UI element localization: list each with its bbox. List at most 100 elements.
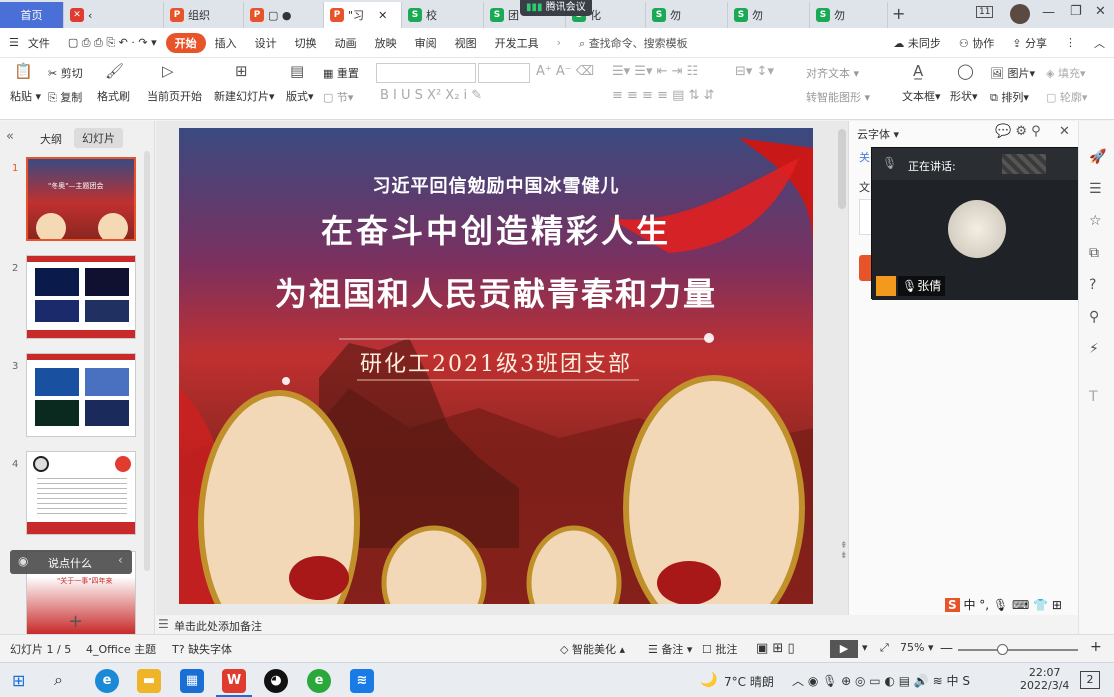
zoom-in-icon[interactable]: + [1090,639,1102,655]
text-direction-icons[interactable]: ⊟▾ ↕▾ [735,64,774,79]
hamburger-icon[interactable]: ☰ [0,36,28,49]
menu-developer[interactable]: 开发工具 [486,35,548,51]
restore-icon[interactable]: ❐ [1070,4,1082,19]
editor-scrollbar[interactable] [838,129,846,209]
search-box[interactable]: ⌕ 查找命令、搜索模板 [570,35,697,51]
menu-transition[interactable]: 切换 [286,35,326,51]
zoom-fit-icon[interactable]: ⤢ [880,641,889,655]
ie-icon[interactable]: e [307,669,331,693]
sync-status[interactable]: ☁ 未同步 [884,35,950,51]
share-button[interactable]: ⇪ 分享 [1003,35,1056,51]
menu-file[interactable]: 文件 [28,35,59,51]
menu-review[interactable]: 审阅 [406,35,446,51]
slide-thumb-2[interactable] [26,255,136,339]
wps-icon[interactable]: W [222,669,246,693]
clock[interactable]: 22:07 2022/3/4 [1020,666,1069,692]
store-icon[interactable]: ▦ [180,669,204,693]
slide-title-line-1[interactable]: 在奋斗中创造精彩人生 [179,206,813,252]
tab-home[interactable]: 首页 [0,2,64,28]
paste-button[interactable]: 粘贴 ▾ [10,88,41,104]
paste-icon[interactable]: 📋 [14,62,33,80]
rocket-icon[interactable]: 🚀 [1089,149,1106,165]
textbox-button[interactable]: 文本框▾ [902,88,941,104]
notes-button[interactable]: ☰ 备注 ▾ [648,641,692,657]
zoom-slider-handle[interactable] [997,644,1008,655]
meeting-banner[interactable]: ▮▮▮ 腾讯会议 [520,0,592,16]
panel-link[interactable]: 关 [859,149,870,165]
slide-subtitle[interactable]: 习近平回信勉励中国冰雪健儿 [179,172,813,198]
zoom-out-icon[interactable]: — [940,641,953,656]
font-size-dropdown[interactable] [478,63,530,83]
zoom-level[interactable]: 75% ▾ [900,641,933,654]
folder-icon[interactable]: ▬ [137,669,161,693]
collapse-ribbon-icon[interactable]: ︿ [1085,35,1114,51]
menu-animation[interactable]: 动画 [326,35,366,51]
panel-header-icons[interactable]: 💬 ⚙ ⚲ [995,124,1041,139]
notification-center[interactable]: 2 [1080,671,1100,689]
scroll-arrows[interactable]: ⇞ ⇟ [840,541,848,561]
thumb-scrollbar[interactable] [144,151,150,571]
align-text-button[interactable]: 对齐文本 ▾ [806,65,859,81]
slide-canvas[interactable]: 习近平回信勉励中国冰雪健儿 在奋斗中创造精彩人生 为祖国和人民贡献青春和力量 研… [179,128,813,604]
weather-text[interactable]: 7°C 晴朗 [724,673,774,690]
section-button[interactable]: ▢ 节▾ [323,89,353,105]
copy-button[interactable]: ⎘ 复制 [48,89,82,105]
tab-sheet-4[interactable]: S勿 [646,2,728,28]
chevron-right-icon[interactable]: › [548,36,570,49]
add-slide-icon[interactable]: + [68,611,83,632]
list-icons[interactable]: ☰▾ ☰▾ ⇤ ⇥ ☷ [612,64,698,79]
play-dropdown-icon[interactable]: ▾ [862,641,868,654]
new-slide-button[interactable]: 新建幻灯片▾ [214,88,275,104]
font-size-tools-icons[interactable]: A⁺ A⁻ ⌫ [536,64,594,79]
theme-name[interactable]: 4_Office 主题 [86,641,156,657]
slide-title-line-2[interactable]: 为祖国和人民贡献青春和力量 [179,269,813,315]
comments-button[interactable]: ☐ 批注 [702,641,737,657]
tab-doc-1[interactable]: P 组织 [164,2,244,28]
tab-outline[interactable]: 大纲 [40,131,62,147]
menu-insert[interactable]: 插入 [206,35,246,51]
menu-view[interactable]: 视图 [446,35,486,51]
clipboard-icon[interactable]: ⧉ [1089,245,1099,261]
slide-thumb-3[interactable] [26,353,136,437]
pin-icon[interactable]: ⚲ [1089,309,1099,325]
tab-slides[interactable]: 幻灯片 [74,128,123,148]
quick-access-icons[interactable]: ▢ ⎙ ⎙ ⎘ ↶ · ↷ ▾ [59,36,166,50]
zoom-slider[interactable] [958,649,1078,651]
notes-bar[interactable]: ☰ 单击此处添加备注 [156,615,848,634]
slide-organizer[interactable]: 研化工2021级3班团支部 [179,346,813,378]
slide-thumb-4[interactable] [26,451,136,535]
tab-sheet-6[interactable]: S勿 [810,2,888,28]
ime-toolbar[interactable]: S 中 °, 🎙 ⌨ 👕 ⊞ [945,596,1062,613]
align-icons[interactable]: ≡ ≡ ≡ ≡ ▤ ⇅ ⇵ [612,88,714,103]
help-icon[interactable]: ? [1089,277,1096,293]
from-current-button[interactable]: 当前页开始 [147,88,202,104]
text-format-icons[interactable]: B I U S X² X₂ ⅰ ✎ [380,88,482,103]
fill-button[interactable]: ◈ 填充▾ [1046,65,1086,81]
window-close-icon[interactable]: ✕ [1095,4,1106,19]
reset-button[interactable]: ▦ 重置 [323,65,359,81]
smart-shape-button[interactable]: 转智能图形 ▾ [806,89,870,105]
shape-button[interactable]: 形状▾ [950,88,978,104]
format-painter-button[interactable]: 格式刷 [97,88,130,104]
missing-font-button[interactable]: T? 缺失字体 [172,641,232,657]
collab-button[interactable]: ⚇ 协作 [950,35,1003,51]
search-taskbar-icon[interactable]: ⌕ [54,670,63,690]
edge-icon[interactable]: e [95,669,119,693]
tab-sheet-1[interactable]: S校 [402,2,484,28]
qq-icon[interactable]: ◕ [264,669,288,693]
more-icon[interactable]: ⋮ [1056,36,1085,49]
panel-close-icon[interactable]: ✕ [1059,124,1070,139]
menu-design[interactable]: 设计 [246,35,286,51]
picture-button[interactable]: 🖼 图片▾ [990,65,1035,81]
beautify-button[interactable]: ◇ 智能美化 ▴ [560,641,625,657]
danmaku-input[interactable]: ◉ 说点什么 ‹ [10,550,132,574]
arrange-button[interactable]: ⧉ 排列▾ [990,89,1029,105]
minimize-icon[interactable]: — [1042,5,1055,20]
layout-button[interactable]: 版式▾ [286,88,314,104]
user-avatar[interactable] [1010,4,1030,24]
sliders-icon[interactable]: ☰ [1089,181,1102,197]
close-icon[interactable]: ✕ [378,9,387,22]
tab-doc-active[interactable]: P "习 ✕ [324,2,402,28]
tray-icons[interactable]: ︿ ◉ 🎙 ⊕ ◎ ▭ ◐ ▤ 🔊 ≋ 中 S [792,672,970,689]
slide-thumb-1[interactable]: "冬奥"—主题团会 [26,157,136,241]
